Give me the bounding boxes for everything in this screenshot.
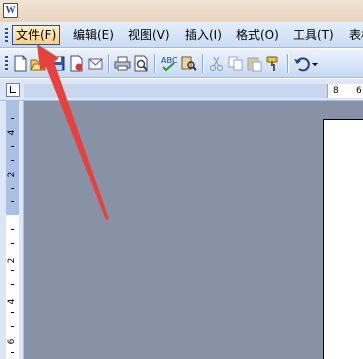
ruler-tick: [11, 201, 14, 202]
menu-edit[interactable]: 编辑(E): [69, 25, 118, 45]
ruler-tick: [11, 146, 14, 147]
standard-toolbar: ABC: [0, 49, 363, 78]
svg-text:ABC: ABC: [161, 56, 177, 65]
format-painter-icon[interactable]: [265, 55, 282, 72]
ruler-label: 4: [7, 129, 17, 136]
ruler-label: 6: [7, 338, 17, 345]
email-icon[interactable]: [87, 55, 104, 72]
tab-selector-icon[interactable]: [6, 83, 20, 97]
undo-icon[interactable]: [293, 55, 310, 72]
menu-file[interactable]: 文件(F): [12, 25, 61, 45]
ruler-label: 8: [333, 86, 339, 96]
copy-icon[interactable]: [227, 55, 244, 72]
menu-format[interactable]: 格式(O): [232, 25, 283, 45]
print-preview-icon[interactable]: [133, 55, 150, 72]
cut-icon[interactable]: [208, 55, 225, 72]
word-app-icon[interactable]: W: [3, 3, 18, 18]
menu-grip-handle[interactable]: [5, 28, 8, 43]
spelling-icon[interactable]: ABC: [160, 55, 177, 72]
toolbar-separator: [287, 54, 288, 73]
menu-view[interactable]: 视图(V): [124, 25, 174, 45]
ruler-tick: [11, 352, 14, 353]
dropdown-arrow-icon[interactable]: [311, 55, 319, 72]
save-icon[interactable]: [49, 55, 66, 72]
ruler-tick: [11, 312, 14, 313]
menu-table[interactable]: 表格: [345, 25, 363, 45]
ruler-tick: [11, 326, 14, 327]
toolbar-separator: [154, 54, 155, 73]
ruler-label: 2: [7, 171, 17, 178]
ruler-tick: [11, 284, 14, 285]
open-folder-icon[interactable]: [30, 55, 47, 72]
ruler-tick: [11, 270, 14, 271]
document-workspace[interactable]: [24, 101, 363, 359]
menu-insert[interactable]: 插入(I): [181, 25, 226, 45]
research-icon[interactable]: [180, 55, 197, 72]
toolbar-separator: [202, 54, 203, 73]
ruler-label: 2: [7, 257, 17, 264]
toolbar-separator: [108, 54, 109, 73]
ruler-tick: [11, 229, 14, 230]
title-bar: W: [0, 0, 363, 22]
ruler-tick: [11, 188, 14, 189]
menu-bar: 文件(F) 编辑(E) 视图(V) 插入(I) 格式(O) 工具(T) 表格: [0, 22, 363, 48]
toolbar-grip-handle[interactable]: [5, 56, 8, 71]
document-page[interactable]: [323, 119, 363, 359]
ruler-tick: [11, 243, 14, 244]
new-document-icon[interactable]: [12, 55, 29, 72]
paste-icon[interactable]: [246, 55, 263, 72]
horizontal-ruler[interactable]: [24, 84, 363, 98]
ruler-tick: [11, 118, 14, 119]
print-icon[interactable]: [114, 55, 131, 72]
ruler-tick: [11, 160, 14, 161]
ruler-label: 4: [7, 298, 17, 305]
menu-tools[interactable]: 工具(T): [289, 25, 338, 45]
permission-icon[interactable]: [68, 55, 85, 72]
ruler-label: 6: [356, 86, 362, 96]
